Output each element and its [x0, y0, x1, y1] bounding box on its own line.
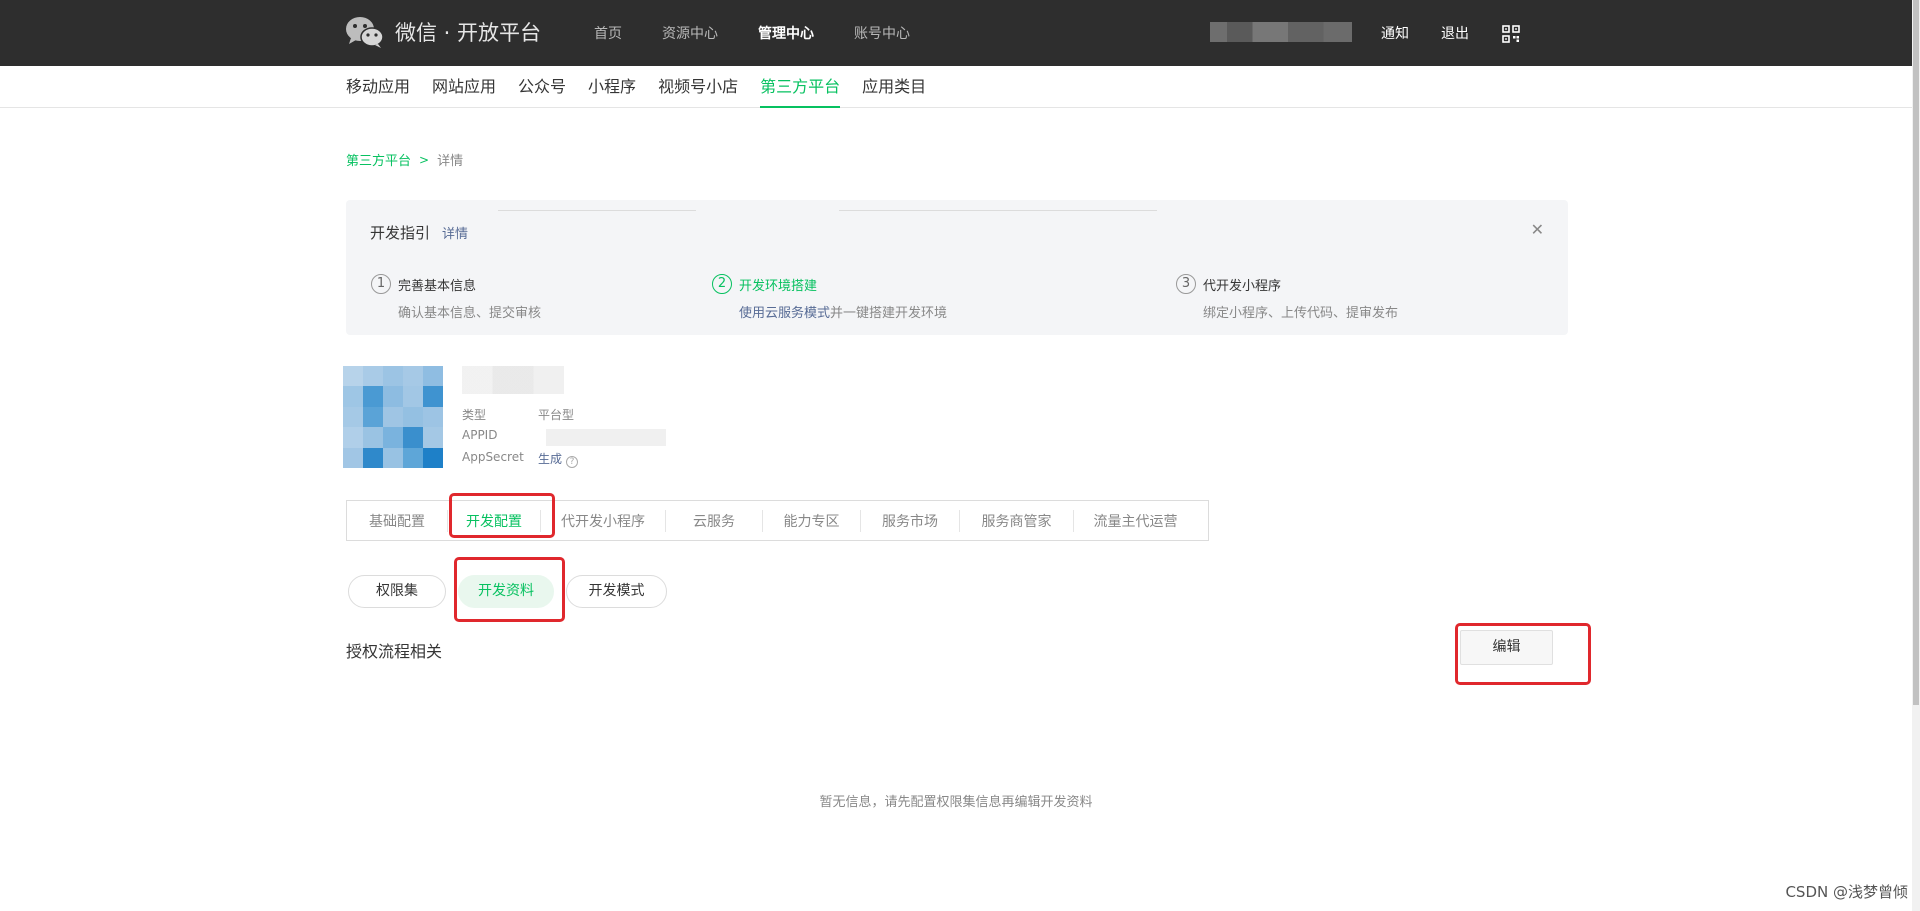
breadcrumb-current: 详情	[437, 154, 464, 169]
appsecret-label: AppSecret	[462, 450, 524, 464]
top-nav-account[interactable]: 账号中心	[854, 23, 910, 43]
tab-proxy-mini-program[interactable]: 代开发小程序	[541, 511, 665, 531]
cat-app-categories[interactable]: 应用类目	[862, 66, 926, 108]
help-icon[interactable]: ?	[566, 456, 579, 468]
tab-service-market[interactable]: 服务市场	[861, 511, 959, 531]
tab-capability-zone[interactable]: 能力专区	[763, 511, 860, 531]
guide-detail-link[interactable]: 详情	[442, 223, 468, 242]
cloud-service-mode-link[interactable]: 使用云服务模式	[739, 306, 830, 321]
step-title: 完善基本信息	[398, 279, 477, 294]
logo[interactable]: 微信 · 开放平台	[345, 14, 541, 50]
scrollbar-thumb[interactable]	[1913, 0, 1919, 705]
app-avatar	[343, 366, 443, 468]
top-nav: 首页 资源中心 管理中心 账号中心	[594, 0, 950, 66]
logo-text: 微信 · 开放平台	[395, 21, 542, 45]
tab-basic-config[interactable]: 基础配置	[347, 511, 447, 531]
step-desc-text: 并一键搭建开发环境	[830, 306, 948, 321]
guide-title: 开发指引	[370, 224, 431, 242]
tab-cloud-service[interactable]: 云服务	[666, 511, 762, 531]
appid-label: APPID	[462, 428, 498, 442]
step-desc: 绑定小程序、上传代码、提审发布	[1203, 306, 1399, 321]
top-nav-management[interactable]: 管理中心	[758, 23, 814, 43]
app-type-value: 平台型	[538, 408, 575, 422]
blurred-username[interactable]	[1210, 22, 1352, 42]
top-nav-resources[interactable]: 资源中心	[662, 23, 718, 43]
subtab-dev-mode[interactable]: 开发模式	[566, 575, 667, 608]
blurred-appid	[546, 429, 666, 446]
chevron-right-icon: >	[419, 152, 430, 167]
step-number: 2	[712, 274, 732, 294]
notify-link[interactable]: 通知	[1381, 0, 1409, 66]
step-desc: 确认基本信息、提交审核	[398, 306, 542, 321]
appsecret-row: AppSecret 生成?	[462, 450, 579, 468]
cat-mini-program[interactable]: 小程序	[588, 66, 636, 108]
step-title: 代开发小程序	[1203, 279, 1282, 294]
step-title: 开发环境搭建	[739, 279, 818, 294]
subtab-permissions[interactable]: 权限集	[348, 575, 446, 608]
section-title: 授权流程相关	[346, 642, 443, 661]
qr-code-icon[interactable]	[1502, 25, 1520, 43]
annotation-highlight-edit	[1455, 623, 1591, 685]
annotation-highlight-dev-config	[449, 493, 555, 538]
step-connector	[498, 210, 696, 211]
breadcrumb-parent[interactable]: 第三方平台	[346, 150, 411, 169]
annotation-highlight-dev-info	[454, 557, 565, 622]
cat-mobile-app[interactable]: 移动应用	[346, 66, 410, 108]
top-nav-home[interactable]: 首页	[594, 23, 622, 43]
app-type-label: 类型	[462, 408, 487, 422]
appsecret-value: 生成?	[538, 450, 579, 468]
appid-row: APPID	[462, 428, 497, 442]
category-nav: 移动应用 网站应用 公众号 小程序 视频号小店 第三方平台 应用类目	[0, 66, 1912, 108]
tab-service-provider-manager[interactable]: 服务商管家	[960, 511, 1073, 531]
dev-guide-panel: 开发指引 详情 ✕ 1 完善基本信息 确认基本信息、提交审核 2 开发环境搭建 …	[346, 200, 1568, 335]
step-number: 3	[1176, 274, 1196, 294]
top-bar: 微信 · 开放平台 首页 资源中心 管理中心 账号中心 通知 退出	[0, 0, 1920, 66]
logout-link[interactable]: 退出	[1441, 0, 1469, 66]
app-type-row: 类型 平台型	[462, 406, 574, 423]
step-desc: 使用云服务模式并一键搭建开发环境	[739, 302, 947, 321]
close-icon[interactable]: ✕	[1531, 220, 1544, 239]
blurred-app-name	[462, 366, 564, 394]
cat-third-party[interactable]: 第三方平台	[760, 66, 841, 108]
empty-state-message: 暂无信息，请先配置权限集信息再编辑开发资料	[819, 795, 1093, 810]
watermark: CSDN @浅梦曾倾	[1785, 883, 1908, 901]
step-connector	[839, 210, 1157, 211]
step-number: 1	[371, 274, 391, 294]
cat-channels-shop[interactable]: 视频号小店	[658, 66, 738, 108]
cat-official-account[interactable]: 公众号	[518, 66, 566, 108]
wechat-icon	[345, 15, 385, 49]
generate-secret-link[interactable]: 生成	[538, 452, 562, 466]
tab-traffic-operation[interactable]: 流量主代运营	[1074, 511, 1197, 531]
breadcrumb: 第三方平台 > 详情	[346, 150, 464, 170]
cat-website-app[interactable]: 网站应用	[432, 66, 496, 108]
